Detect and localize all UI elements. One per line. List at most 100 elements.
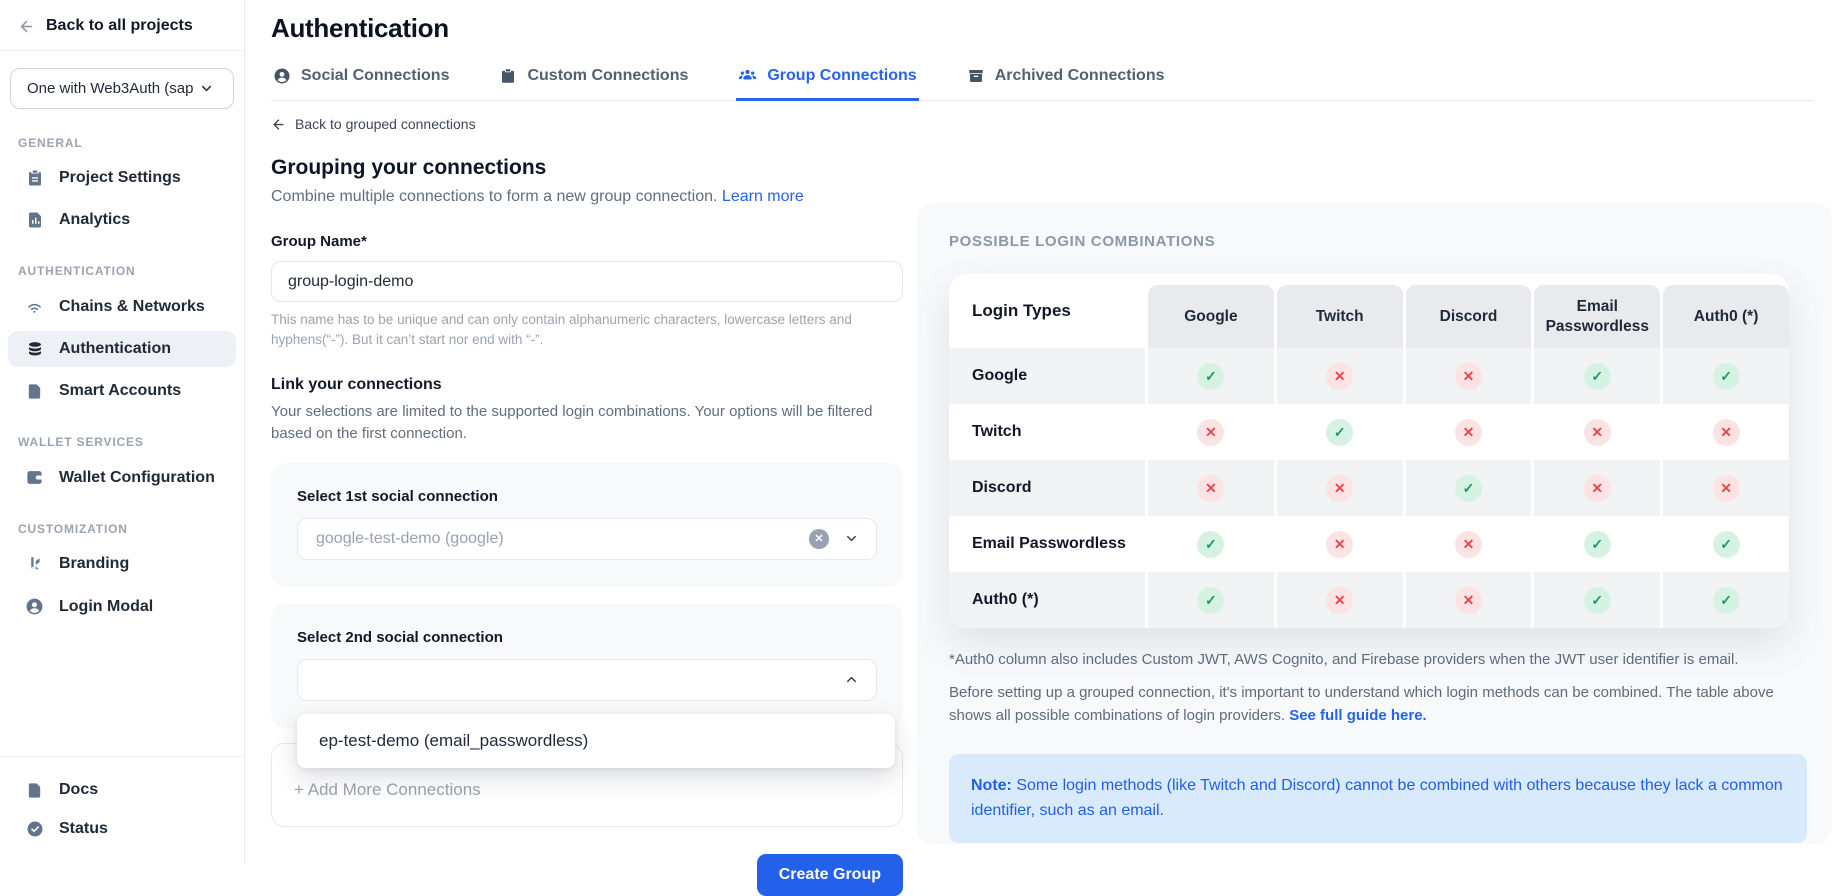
sidebar-item-project-settings[interactable]: Project Settings: [8, 160, 236, 196]
check-mark-icon: ✓: [1197, 531, 1224, 558]
tab-archived-connections[interactable]: Archived Connections: [965, 66, 1167, 101]
sidebar-item-authentication[interactable]: Authentication: [8, 331, 236, 367]
column-header-discord: Discord: [1406, 285, 1532, 348]
table-cell: ✕: [1406, 404, 1532, 460]
sidebar-item-label: Chains & Networks: [59, 298, 205, 316]
arrow-left-icon: [271, 117, 286, 132]
check-mark-icon: ✓: [1455, 475, 1482, 502]
sidebar-item-chains-networks[interactable]: Chains & Networks: [8, 288, 236, 325]
first-connection-card: Select 1st social connection google-test…: [271, 463, 903, 587]
sidebar-item-analytics[interactable]: Analytics: [8, 202, 236, 238]
check-mark-icon: ✓: [1584, 363, 1611, 390]
row-label: Google: [949, 348, 1145, 404]
cross-mark-icon: ✕: [1326, 531, 1353, 558]
cross-mark-icon: ✕: [1326, 363, 1353, 390]
table-cell: ✓: [1148, 516, 1274, 572]
sidebar-item-docs[interactable]: Docs: [8, 772, 236, 808]
badge-icon: [499, 67, 517, 85]
cross-mark-icon: ✕: [1455, 531, 1482, 558]
check-mark-icon: ✓: [1713, 587, 1740, 614]
page-title: Authentication: [271, 13, 1814, 44]
tab-label: Archived Connections: [995, 67, 1165, 85]
check-mark-icon: ✓: [1197, 363, 1224, 390]
panel-title: POSSIBLE LOGIN COMBINATIONS: [949, 233, 1806, 250]
tab-bar: Social Connections Custom Connections Gr…: [271, 66, 1814, 101]
main-area: Authentication Social Connections Custom…: [245, 0, 1840, 864]
chevron-down-icon[interactable]: [844, 531, 859, 546]
select2-label: Select 2nd social connection: [297, 629, 877, 646]
table-cell: ✓: [1148, 348, 1274, 404]
column-header-auth0: Auth0 (*): [1663, 285, 1789, 348]
create-group-button[interactable]: Create Group: [757, 854, 903, 896]
table-cell: ✓: [1663, 348, 1789, 404]
note-text: Some login methods (like Twitch and Disc…: [971, 777, 1783, 820]
back-to-projects-link[interactable]: Back to all projects: [0, 0, 244, 51]
person-circle-icon: [273, 67, 291, 85]
tab-group-connections[interactable]: Group Connections: [736, 66, 918, 101]
link-connections-description: Your selections are limited to the suppo…: [271, 401, 899, 446]
tab-social-connections[interactable]: Social Connections: [271, 66, 451, 101]
check-circle-icon: [25, 820, 44, 838]
wifi-icon: [25, 297, 44, 316]
cross-mark-icon: ✕: [1713, 475, 1740, 502]
back-to-grouped-connections-link[interactable]: Back to grouped connections: [271, 116, 903, 132]
select2-control[interactable]: [297, 659, 877, 701]
full-guide-link[interactable]: See full guide here.: [1289, 707, 1427, 724]
combinations-table: Login Types Google Twitch Discord Email …: [949, 274, 1789, 628]
table-row: Twitch ✕ ✓ ✕ ✕ ✕: [949, 404, 1789, 460]
table-cell: ✕: [1277, 460, 1403, 516]
table-cell: ✕: [1663, 460, 1789, 516]
table-cell: ✕: [1406, 348, 1532, 404]
sidebar-item-login-modal[interactable]: Login Modal: [8, 588, 236, 625]
table-cell: ✕: [1406, 572, 1532, 628]
tab-label: Custom Connections: [527, 67, 688, 85]
cross-mark-icon: ✕: [1197, 475, 1224, 502]
table-cell: ✕: [1534, 404, 1660, 460]
sidebar-item-smart-accounts[interactable]: Smart Accounts: [8, 373, 236, 409]
project-select-value: One with Web3Auth (sap: [27, 80, 199, 97]
sidebar-item-label: Docs: [59, 781, 98, 799]
cross-mark-icon: ✕: [1455, 363, 1482, 390]
table-cell: ✓: [1663, 572, 1789, 628]
clear-selection-icon[interactable]: ✕: [809, 529, 829, 549]
button-row: Create Group: [271, 854, 903, 896]
learn-more-link[interactable]: Learn more: [722, 188, 804, 205]
analytics-icon: [25, 211, 44, 229]
sidebar-footer: Docs Status: [0, 756, 244, 864]
section-label-wallet-services: WALLET SERVICES: [0, 412, 244, 456]
select1-control[interactable]: google-test-demo (google) ✕: [297, 518, 877, 560]
cross-mark-icon: ✕: [1455, 419, 1482, 446]
project-select[interactable]: One with Web3Auth (sap: [10, 68, 234, 109]
sidebar-item-branding[interactable]: Branding: [8, 546, 236, 582]
sidebar-item-label: Authentication: [59, 340, 171, 358]
select1-value: google-test-demo (google): [316, 530, 809, 548]
form-column: Back to grouped connections Grouping you…: [271, 101, 903, 864]
group-name-label: Group Name*: [271, 233, 903, 250]
chevron-up-icon[interactable]: [844, 672, 859, 687]
select1-label: Select 1st social connection: [297, 488, 877, 505]
section-label-customization: CUSTOMIZATION: [0, 499, 244, 543]
login-combinations-panel: POSSIBLE LOGIN COMBINATIONS Login Types …: [917, 203, 1832, 844]
table-cell: ✕: [1277, 516, 1403, 572]
brush-icon: [25, 555, 44, 573]
dropdown-option-ep-test-demo[interactable]: ep-test-demo (email_passwordless): [297, 714, 895, 768]
group-name-helper: This name has to be unique and can only …: [271, 310, 893, 351]
sidebar-item-wallet-configuration[interactable]: Wallet Configuration: [8, 459, 236, 496]
sidebar-item-status[interactable]: Status: [8, 811, 236, 847]
note-box: Note: Some login methods (like Twitch an…: [949, 754, 1807, 844]
table-cell: ✕: [1663, 404, 1789, 460]
cross-mark-icon: ✕: [1326, 475, 1353, 502]
clipboard-icon: [25, 169, 44, 187]
cross-mark-icon: ✕: [1713, 419, 1740, 446]
group-name-input[interactable]: [271, 261, 903, 302]
sidebar-item-label: Status: [59, 820, 108, 838]
table-cell: ✓: [1148, 572, 1274, 628]
tab-custom-connections[interactable]: Custom Connections: [497, 66, 690, 101]
table-cell: ✕: [1148, 460, 1274, 516]
sidebar: Back to all projects One with Web3Auth (…: [0, 0, 245, 864]
check-mark-icon: ✓: [1584, 587, 1611, 614]
section-label-general: GENERAL: [0, 113, 244, 157]
section-subheading: Combine multiple connections to form a n…: [271, 188, 903, 206]
second-connection-card: Select 2nd social connection ep-test-dem…: [271, 604, 903, 728]
arrow-left-icon: [18, 18, 35, 35]
